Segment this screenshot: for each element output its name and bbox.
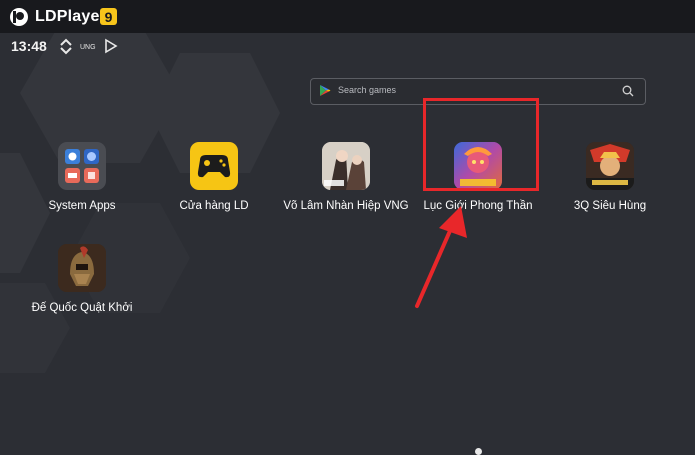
page-indicator-dot[interactable] bbox=[475, 448, 482, 455]
google-play-icon bbox=[320, 85, 331, 96]
ung-label-icon: UNG bbox=[80, 44, 96, 51]
red-arrow-icon bbox=[415, 206, 467, 308]
gamepad-store-icon bbox=[190, 142, 238, 190]
network-sync-icon bbox=[60, 38, 72, 55]
app-label: Đế Quốc Quật Khởi bbox=[31, 302, 133, 314]
android-home-screen: 13:48 UNG Search games System Apps Cửa h… bbox=[0, 33, 695, 455]
status-icons: UNG bbox=[60, 38, 118, 55]
search-icon[interactable] bbox=[622, 85, 634, 97]
ldplayer-logo-icon bbox=[10, 8, 28, 26]
status-time: 13:48 bbox=[11, 38, 47, 54]
de-quoc-game-icon bbox=[58, 244, 106, 292]
title-bar: LDPlayer 9 bbox=[0, 0, 695, 33]
system-apps-folder-icon bbox=[58, 142, 106, 190]
app-name: LDPlayer bbox=[35, 8, 106, 25]
3q-game-icon bbox=[586, 142, 634, 190]
play-outline-icon bbox=[105, 38, 118, 54]
app-label: System Apps bbox=[48, 200, 116, 212]
app-label: Võ Lâm Nhàn Hiệp VNG bbox=[283, 200, 409, 212]
search-input[interactable]: Search games bbox=[338, 85, 396, 95]
highlight-box bbox=[423, 98, 539, 191]
vo-lam-game-icon bbox=[322, 142, 370, 190]
version-badge: 9 bbox=[100, 8, 117, 25]
app-label: 3Q Siêu Hùng bbox=[573, 200, 647, 212]
app-label: Cửa hàng LD bbox=[179, 200, 249, 212]
